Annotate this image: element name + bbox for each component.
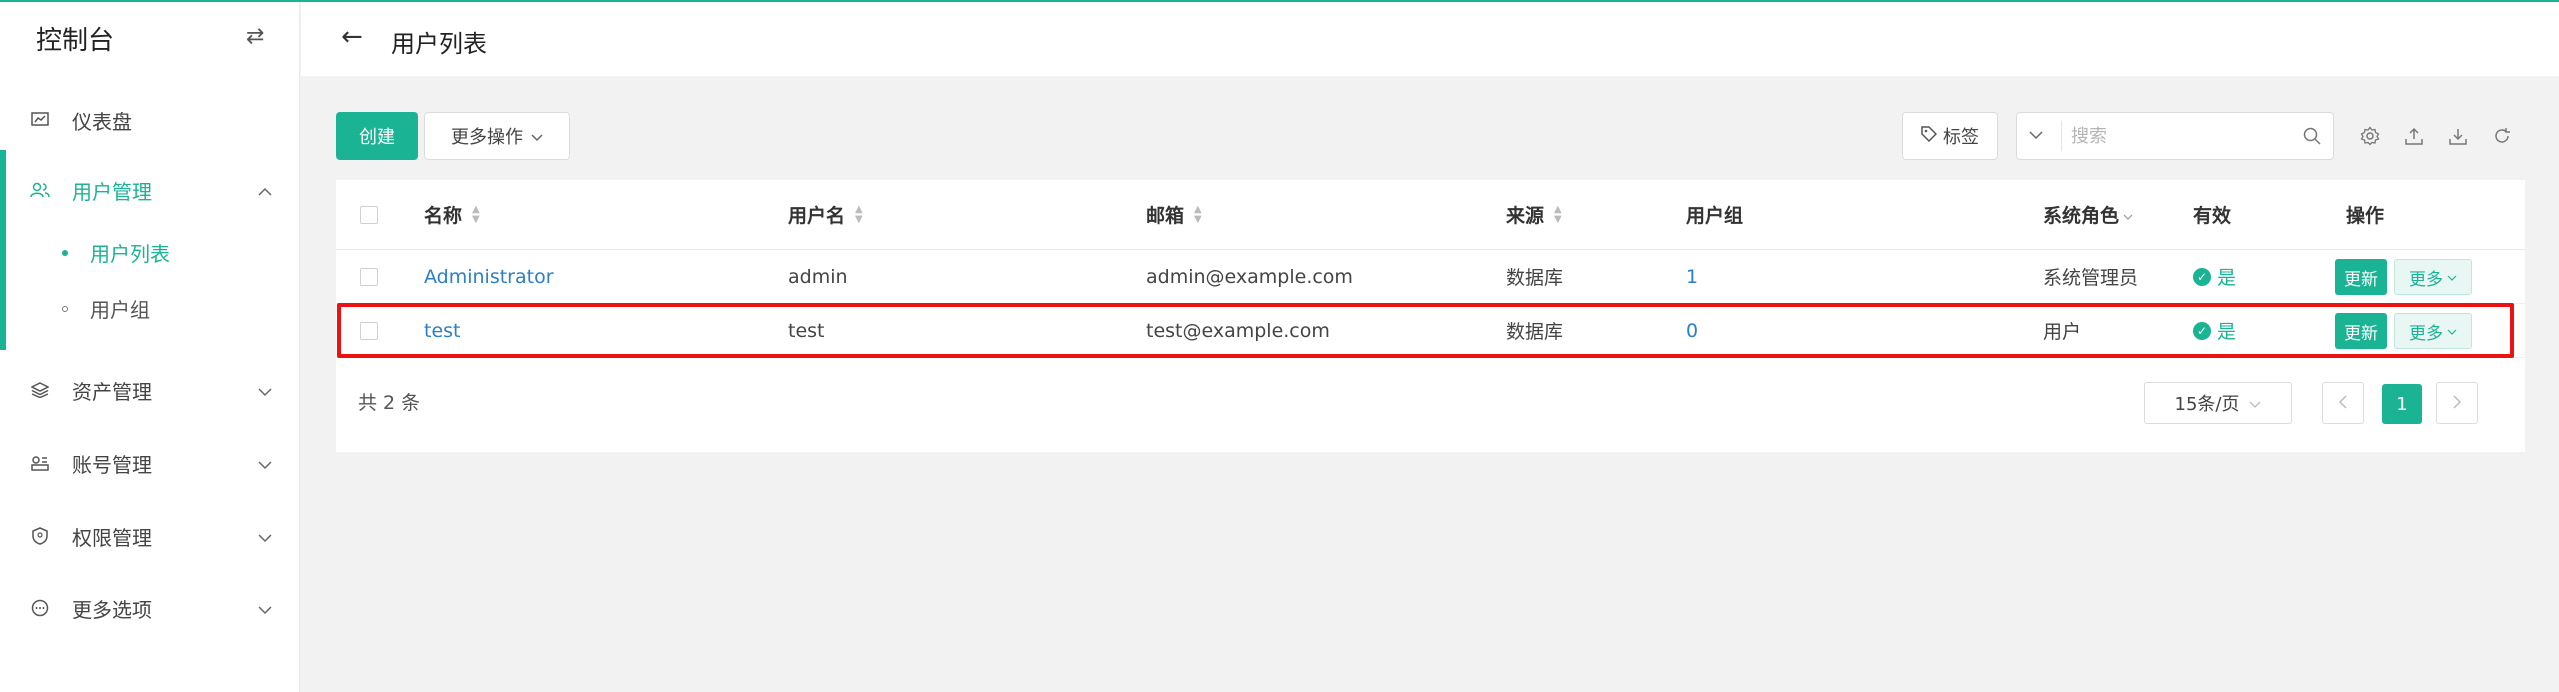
chevron-down-icon	[258, 524, 272, 548]
download-icon[interactable]	[2446, 124, 2470, 148]
account-icon	[30, 455, 50, 471]
select-all-checkbox[interactable]	[360, 205, 378, 224]
next-page-button[interactable]	[2436, 382, 2478, 424]
column-header-source[interactable]: 来源 ▲ ▼	[1506, 180, 1562, 249]
sidebar-item-more-options[interactable]: 更多选项	[0, 580, 300, 636]
column-header-groups: 用户组	[1686, 205, 1744, 227]
swap-icon[interactable]: ⇄	[246, 24, 264, 49]
search-filter-dropdown[interactable]	[2029, 125, 2043, 144]
users-icon	[30, 182, 50, 198]
row-more-button[interactable]: 更多	[2394, 259, 2472, 295]
check-circle-icon: ✓	[2193, 267, 2211, 286]
sort-icon: ▲ ▼	[1554, 203, 1562, 225]
column-header-actions: 操作	[2346, 205, 2385, 227]
bullet-icon	[62, 249, 68, 256]
active-status: ✓ 是	[2193, 250, 2236, 303]
column-header-username[interactable]: 用户名 ▲ ▼	[788, 180, 863, 249]
sidebar-item-account-management[interactable]: 账号管理	[0, 435, 300, 491]
total-count: 共 2 条	[358, 392, 421, 414]
chevron-down-icon	[2447, 267, 2457, 287]
chevron-down-icon	[531, 126, 543, 147]
sidebar-subitem-user-group[interactable]: 用户组	[62, 294, 150, 323]
table-row: Administrator admin admin@example.com 数据…	[336, 250, 2525, 304]
table-header-row: 名称 ▲ ▼ 用户名 ▲ ▼ 邮箱 ▲ ▼ 来源 ▲ ▼ 用户组 系统角色 有效…	[336, 180, 2525, 250]
app-title: 控制台	[36, 26, 115, 56]
column-header-active: 有效	[2193, 205, 2232, 227]
groups-count-link[interactable]: 1	[1686, 250, 1698, 303]
page-size-select[interactable]: 15条/页	[2144, 382, 2292, 424]
chevron-down-icon	[258, 378, 272, 402]
update-button[interactable]: 更新	[2335, 259, 2387, 295]
sidebar: 控制台 ⇄ 仪表盘 用户管理 用户列表 用户组 资产管理 账号管理 权限管理 更…	[0, 2, 300, 692]
dashboard-icon	[30, 112, 50, 128]
chevron-down-icon	[2249, 393, 2261, 414]
sort-icon: ▲ ▼	[855, 203, 863, 225]
column-header-email[interactable]: 邮箱 ▲ ▼	[1146, 180, 1202, 249]
filter-chevron-icon	[2123, 204, 2133, 226]
sidebar-item-permission-management[interactable]: 权限管理	[0, 508, 300, 564]
username-cell: admin	[788, 265, 848, 288]
sort-icon: ▲ ▼	[1194, 203, 1202, 225]
page-number-current[interactable]: 1	[2382, 384, 2422, 424]
prev-page-button[interactable]	[2322, 382, 2364, 424]
chevron-right-icon	[2453, 393, 2462, 414]
search-divider	[2061, 121, 2062, 151]
search-input[interactable]	[2071, 121, 2291, 151]
sidebar-item-asset-management[interactable]: 资产管理	[0, 362, 300, 418]
back-arrow-icon[interactable]: ←	[341, 22, 363, 52]
shield-icon	[30, 527, 50, 545]
upload-icon[interactable]	[2402, 124, 2426, 148]
page-header: ← 用户列表	[301, 2, 2559, 76]
bullet-icon	[62, 305, 68, 312]
settings-icon[interactable]	[2358, 124, 2382, 148]
layers-icon	[30, 382, 50, 398]
search-icon[interactable]	[2303, 127, 2321, 149]
more-actions-button[interactable]: 更多操作	[424, 112, 570, 160]
sort-icon: ▲ ▼	[472, 203, 480, 225]
chevron-down-icon	[258, 451, 272, 475]
sidebar-item-user-management[interactable]: 用户管理	[0, 162, 300, 218]
row-highlight-box	[337, 303, 2514, 358]
sidebar-item-dashboard[interactable]: 仪表盘	[0, 92, 300, 148]
chevron-up-icon	[258, 178, 272, 202]
content-panel: 创建 更多操作 标签 名称	[336, 112, 2525, 452]
source-cell: 数据库	[1506, 267, 1564, 289]
refresh-icon[interactable]	[2490, 124, 2514, 148]
sidebar-subitem-user-list[interactable]: 用户列表	[62, 238, 170, 267]
chevron-left-icon	[2338, 393, 2347, 414]
more-circle-icon	[30, 599, 50, 617]
email-cell: admin@example.com	[1146, 265, 1353, 288]
page-title: 用户列表	[391, 30, 487, 58]
row-checkbox[interactable]	[360, 267, 378, 286]
column-header-name[interactable]: 名称 ▲ ▼	[424, 180, 480, 249]
chevron-down-icon	[258, 596, 272, 620]
create-button[interactable]: 创建	[336, 112, 418, 160]
search-box	[2016, 112, 2334, 160]
column-header-role[interactable]: 系统角色	[2043, 180, 2133, 249]
tag-icon	[1921, 125, 1938, 147]
user-name-link[interactable]: Administrator	[424, 250, 554, 303]
tag-button[interactable]: 标签	[1902, 112, 1998, 160]
role-cell: 系统管理员	[2043, 267, 2139, 289]
